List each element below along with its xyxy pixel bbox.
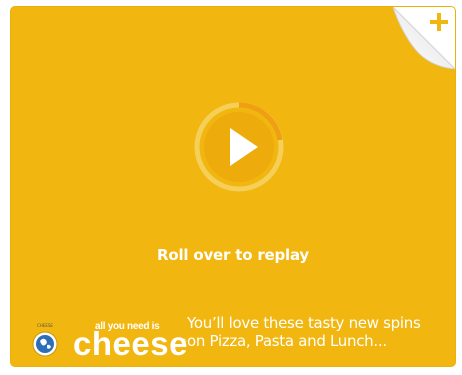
svg-text:CHEESE: CHEESE [37,323,53,328]
plus-icon[interactable] [393,7,455,69]
replay-label[interactable]: Roll over to replay [11,246,455,264]
cheese-logo: all you need is cheese ® [73,321,189,365]
play-icon[interactable] [194,102,284,192]
ad-tagline: You’ll love these tasty new spins on Piz… [187,314,449,350]
tagline-line-2: on Pizza, Pasta and Lunch... [187,332,387,350]
logo-wordmark: cheese [73,325,188,362]
tagline-line-1: You’ll love these tasty new spins [187,314,421,332]
cheese-ad-banner[interactable]: Roll over to replay CHEESE all you need … [11,7,455,366]
globe-seal-icon: CHEESE [32,323,58,357]
